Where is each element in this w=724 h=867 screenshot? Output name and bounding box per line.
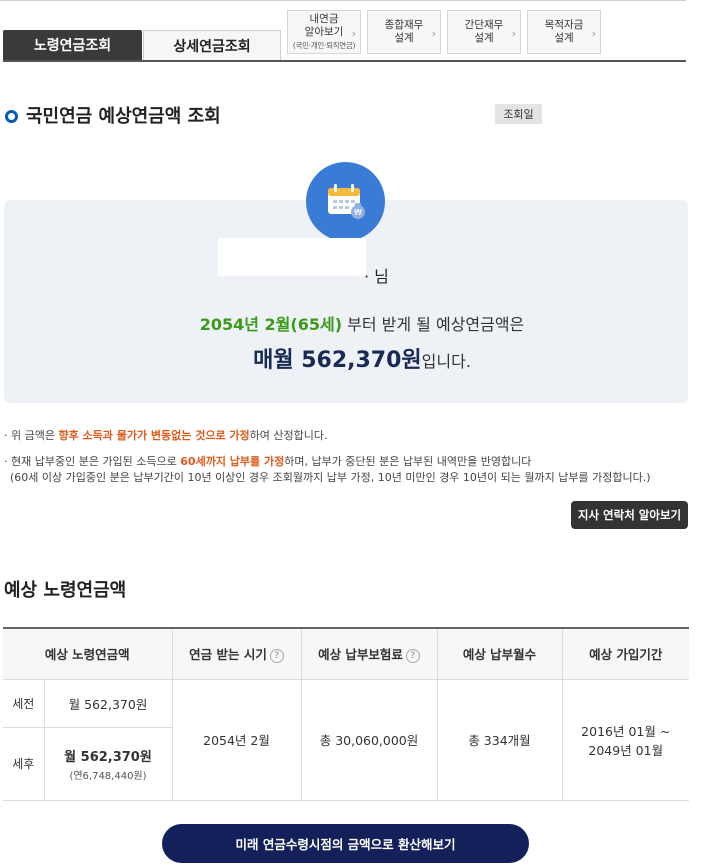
receive-time-value: 2054년 2월 — [171, 679, 301, 801]
col-header-period: 예상 가입기간 — [561, 627, 689, 680]
tabs-divider — [3, 60, 686, 62]
masked-name — [218, 238, 366, 276]
tab-pension-inquiry[interactable]: 노령연금조회 — [3, 30, 142, 60]
period-value: 2016년 01월 ~ 2049년 01월 — [561, 679, 689, 801]
convert-future-value-button[interactable]: 미래 연금수령시점의 금액으로 환산해보기 — [162, 824, 529, 863]
tab-my-pension-line2: 알아보기 — [304, 25, 344, 38]
chevron-right-icon: › — [351, 27, 356, 40]
before-tax-amount: 월 562,370원 — [43, 679, 172, 728]
col-header-premium: 예상 납부보험료? — [300, 627, 437, 680]
after-tax-cell: 월 562,370원 (연6,748,440원) — [43, 727, 172, 801]
circle-bullet-icon — [5, 110, 18, 123]
tab-my-pension-line3: (국민·개인·퇴직연금) — [292, 40, 356, 50]
monthly-amount-line: 매월 562,370원입니다. — [0, 342, 724, 374]
help-icon[interactable]: ? — [405, 648, 420, 663]
chevron-right-icon: › — [591, 27, 596, 40]
col-header-amount: 예상 노령연금액 — [3, 627, 172, 680]
start-date: 2054년 2월(65세) — [199, 315, 343, 334]
pension-table: 예상 노령연금액 연금 받는 시기? 예상 납부보험료? 예상 납부월수 예상 … — [3, 627, 689, 801]
tab-my-pension[interactable]: 내연금 알아보기 (국민·개인·퇴직연금) › — [287, 10, 361, 54]
note-1-highlight: 향후 소득과 물가가 변동없는 것으로 가정 — [58, 429, 250, 442]
note-1-pre: · 위 금액은 — [4, 429, 59, 442]
period-end: 2049년 01월 — [588, 742, 664, 758]
monthly-amount-rest: 입니다. — [421, 352, 471, 371]
before-tax-label: 세전 — [3, 679, 44, 728]
tab-my-pension-line1: 내연금 — [309, 12, 339, 25]
calendar-money-icon: ₩ — [306, 162, 385, 241]
tab-goal-line2: 설계 — [554, 32, 574, 44]
monthly-amount: 매월 562,370원 — [253, 348, 422, 373]
note-2-highlight: 60세까지 납부를 가정 — [180, 455, 285, 468]
col-header-receive-time-label: 연금 받는 시기 — [189, 647, 267, 663]
note-1-post: 하여 산정합니다. — [249, 429, 328, 442]
chevron-right-icon: › — [431, 27, 436, 40]
period-start: 2016년 01월 ~ — [581, 723, 671, 739]
chevron-right-icon: › — [511, 27, 516, 40]
tab-simple-plan[interactable]: 간단재무 설계 › — [447, 10, 521, 54]
after-tax-annual: (연6,748,440원) — [69, 770, 147, 782]
months-value: 총 334개월 — [436, 679, 562, 801]
col-header-premium-label: 예상 납부보험료 — [318, 647, 403, 663]
table-header-row: 예상 노령연금액 연금 받는 시기? 예상 납부보험료? 예상 납부월수 예상 … — [3, 627, 689, 680]
tab-goal-fund-plan[interactable]: 목적자금 설계 › — [527, 10, 601, 54]
tab-simple-line1: 간단재무 — [464, 19, 504, 31]
note-2-post: 하며, 납부가 중단된 분은 납부된 내역만을 반영합니다 — [284, 455, 532, 468]
svg-text:₩: ₩ — [354, 208, 362, 217]
honorific: 님 — [374, 267, 389, 286]
start-date-line: 2054년 2월(65세) 부터 받게 될 예상연금액은 — [0, 311, 724, 335]
tab-comprehensive-line2: 설계 — [394, 32, 414, 44]
premium-value: 총 30,060,000원 — [300, 679, 437, 801]
note-2-pre: · 현재 납부중인 분은 가입된 소득으로 — [4, 455, 181, 468]
branch-contact-button[interactable]: 지사 연락처 알아보기 — [571, 501, 688, 529]
after-tax-amount: 월 562,370원 — [64, 749, 152, 765]
note-3: (60세 이상 가입중인 분은 납부기간이 10년 이상인 경우 조회월까지 납… — [10, 471, 651, 484]
inquiry-date-badge: 조회일 — [495, 104, 542, 124]
name-suffix: · 님 — [364, 267, 389, 286]
col-header-receive-time: 연금 받는 시기? — [171, 627, 301, 680]
tab-comprehensive-line1: 종합재무 — [384, 19, 424, 31]
tab-comprehensive-plan[interactable]: 종합재무 설계 › — [367, 10, 441, 54]
col-header-months: 예상 납부월수 — [436, 627, 562, 680]
tab-simple-line2: 설계 — [474, 32, 494, 44]
table-title: 예상 노령연금액 — [4, 580, 127, 601]
tab-goal-line1: 목적자금 — [544, 19, 584, 31]
page-title: 국민연금 예상연금액 조회 — [26, 106, 221, 127]
after-tax-label: 세후 — [3, 727, 44, 801]
table-row-before-tax: 세전 월 562,370원 2054년 2월 총 30,060,000원 총 3… — [3, 679, 689, 801]
top-divider — [0, 0, 686, 1]
note-2: · 현재 납부중인 분은 가입된 소득으로 60세까지 납부를 가정하며, 납부… — [4, 454, 531, 469]
help-icon[interactable]: ? — [269, 648, 284, 663]
tab-detail-inquiry[interactable]: 상세연금조회 — [143, 30, 281, 60]
start-date-rest: 부터 받게 될 예상연금액은 — [342, 315, 525, 334]
note-1: · 위 금액은 향후 소득과 물가가 변동없는 것으로 가정하여 산정합니다. — [4, 428, 328, 443]
